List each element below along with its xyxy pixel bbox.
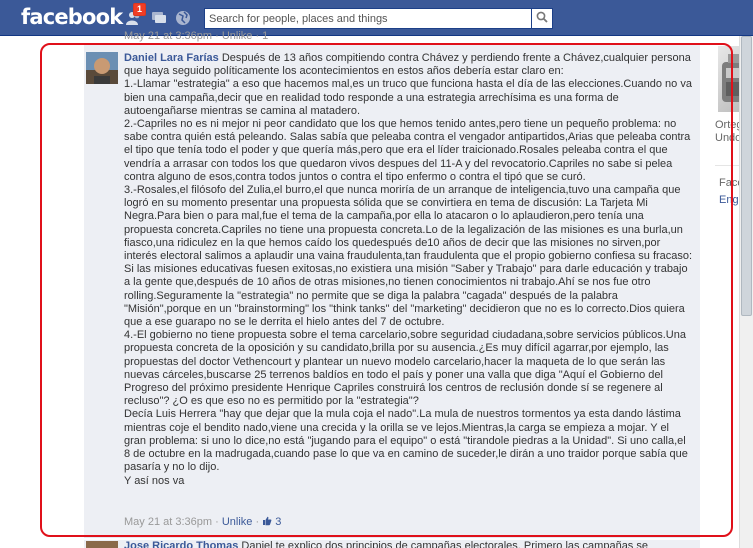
comment-timestamp[interactable]: May 21 at 3:36pm (124, 516, 212, 528)
thumbs-up-icon (262, 516, 272, 528)
search-input[interactable] (205, 9, 531, 28)
next-comment-body: Daniel te explico dos principios de camp… (241, 540, 648, 548)
next-comment-avatar[interactable] (86, 541, 118, 548)
like-count[interactable]: 3 (262, 516, 281, 528)
search-button[interactable] (531, 8, 553, 29)
next-comment-author-link[interactable]: Jose Ricardo Thomas (124, 540, 238, 548)
messages-icon[interactable] (151, 10, 167, 26)
scrollbar[interactable] (739, 36, 753, 548)
previous-comment-meta: May 21 at 3:36pm · Unlike · 1 (124, 30, 269, 42)
top-navigation-bar: facebook 1 (0, 0, 753, 36)
avatar[interactable] (86, 52, 118, 84)
search-box[interactable] (204, 8, 531, 29)
comment-body: Después de 13 años compitiendo contra Ch… (124, 52, 693, 487)
notifications-globe-icon[interactable] (175, 10, 191, 26)
comment-author-link[interactable]: Daniel Lara Farías (124, 52, 219, 64)
facebook-logo[interactable]: facebook (21, 5, 123, 29)
like-count-value: 3 (275, 516, 282, 528)
scrollbar-thumb[interactable] (741, 36, 752, 316)
comment-meta: May 21 at 3:36pm · Unlike · 3 (124, 516, 282, 528)
search-icon (536, 11, 548, 26)
next-comment-text: Jose Ricardo Thomas Daniel te explico do… (124, 540, 648, 548)
unlike-link[interactable]: Unlike (222, 516, 253, 528)
comment-text: Daniel Lara Farías Después de 13 años co… (124, 52, 694, 488)
friend-requests-badge: 1 (133, 3, 147, 16)
